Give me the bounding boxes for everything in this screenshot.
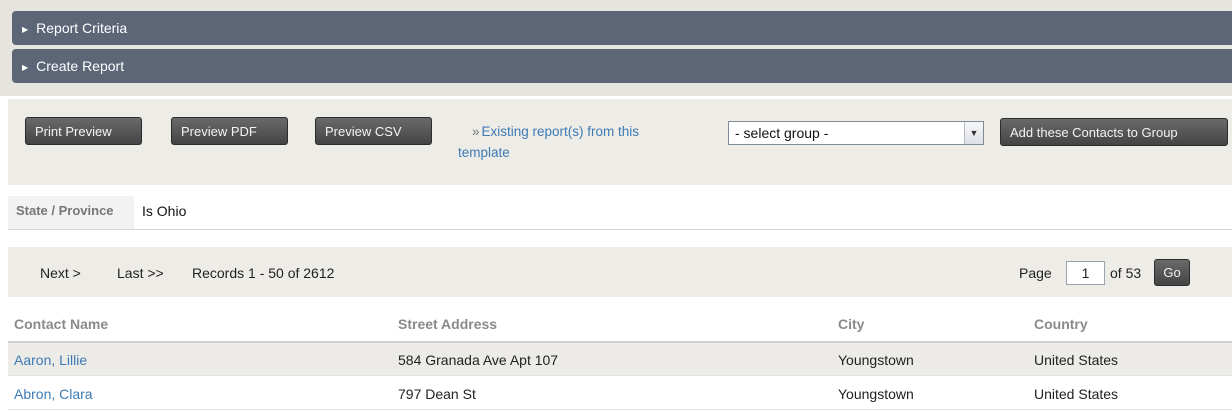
next-page-link[interactable]: Next > (40, 247, 81, 299)
records-count: Records 1 - 50 of 2612 (192, 265, 335, 281)
add-contacts-to-group-button[interactable]: Add these Contacts to Group (1000, 118, 1228, 146)
street-address-cell: 584 Granada Ave Apt 107 (398, 352, 559, 368)
column-header-city[interactable]: City (838, 309, 864, 339)
existing-reports-link-text[interactable]: Existing report(s) from this template (458, 124, 639, 160)
caret-right-icon: ▶ (22, 63, 29, 72)
country-cell: United States (1034, 352, 1119, 368)
page-label: Page (1019, 265, 1052, 281)
contact-name-link[interactable]: Abron, Clara (14, 377, 93, 411)
create-report-accordion[interactable]: ▶ Create Report (12, 49, 1232, 83)
column-header-country[interactable]: Country (1034, 309, 1088, 339)
table-row: Aaron, Lillie 584 Granada Ave Apt 107 Yo… (8, 343, 1232, 376)
filter-label: State / Province (8, 196, 134, 229)
caret-right-icon: ▶ (22, 25, 29, 34)
country-cell: United States (1034, 386, 1119, 402)
last-page-link[interactable]: Last >> (117, 247, 164, 299)
column-header-contact-name[interactable]: Contact Name (14, 309, 108, 339)
link-prefix: » (472, 124, 480, 139)
street-address-cell: 797 Dean St (398, 386, 476, 402)
city-cell: Youngstown (838, 386, 914, 402)
column-header-street-address[interactable]: Street Address (398, 309, 497, 339)
active-filter-row: State / Province Is Ohio (8, 196, 1232, 230)
accordion-label: Report Criteria (36, 20, 128, 36)
contact-name-link[interactable]: Aaron, Lillie (14, 343, 87, 377)
report-action-bar: Print Preview Preview PDF Preview CSV » E… (8, 99, 1232, 185)
print-preview-button[interactable]: Print Preview (25, 117, 142, 145)
go-button[interactable]: Go (1154, 259, 1190, 286)
accordion-label: Create Report (36, 58, 125, 74)
group-select[interactable]: - select group - ▼ (728, 121, 984, 145)
group-select-value: - select group - (735, 125, 829, 141)
pagination-bar: Next > Last >> Records 1 - 50 of 2612 Pa… (8, 247, 1232, 297)
existing-reports-link[interactable]: » Existing report(s) from this template (458, 121, 688, 163)
report-criteria-accordion[interactable]: ▶ Report Criteria (12, 11, 1232, 45)
page-total: of 53 (1110, 265, 1142, 281)
preview-pdf-button[interactable]: Preview PDF (171, 117, 288, 145)
preview-csv-button[interactable]: Preview CSV (315, 117, 432, 145)
filter-value: Is Ohio (142, 203, 187, 219)
chevron-down-icon[interactable]: ▼ (964, 122, 983, 144)
table-header: Contact Name Street Address City Country (8, 309, 1232, 343)
city-cell: Youngstown (838, 352, 914, 368)
table-row: Abron, Clara 797 Dean St Youngstown Unit… (8, 377, 1232, 410)
page-number-input[interactable]: 1 (1066, 261, 1105, 285)
